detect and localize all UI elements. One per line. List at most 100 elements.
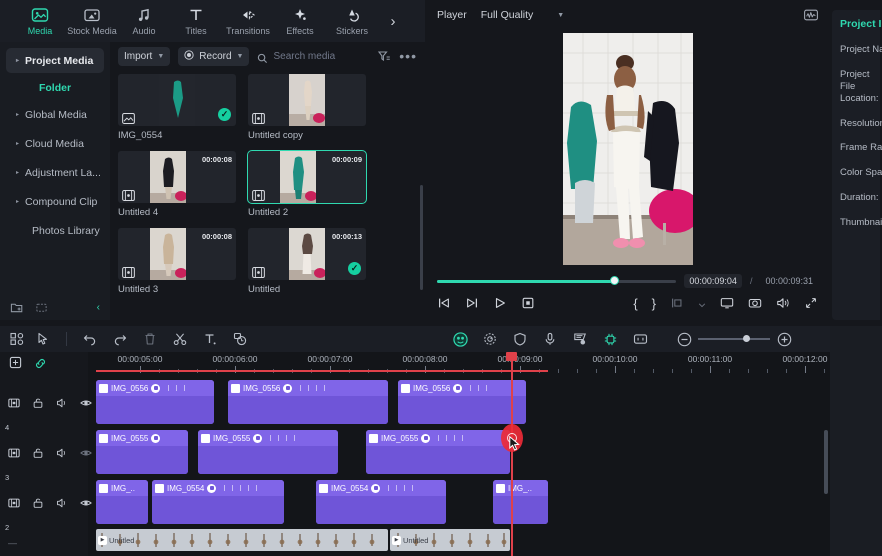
media-item[interactable]: 00:00:09 Untitled 2 — [247, 150, 367, 218]
player-seek-handle[interactable] — [610, 276, 620, 285]
nav-tab-titles[interactable]: Titles — [170, 0, 222, 42]
add-track-icon[interactable] — [9, 356, 22, 369]
chevron-down-icon[interactable] — [698, 296, 706, 310]
media-thumbnail-selected[interactable]: 00:00:09 — [247, 150, 367, 204]
nav-tab-transitions[interactable]: Transitions — [222, 0, 274, 42]
next-frame-icon[interactable] — [465, 296, 479, 310]
more-options-icon[interactable]: ••• — [399, 49, 417, 63]
timeline-clip[interactable]: IMG_0555 — [366, 430, 510, 474]
ai-chip-icon[interactable] — [603, 332, 617, 346]
nav-tab-effects[interactable]: Effects — [274, 0, 326, 42]
text-tool-icon[interactable] — [203, 332, 217, 346]
timeline-clip[interactable]: IMG_0554 — [152, 480, 284, 524]
subtitle-icon[interactable] — [573, 332, 587, 346]
sidebar-item-compound-clip[interactable]: ▸ Compound Clip — [6, 189, 104, 214]
quality-selector[interactable]: Full Quality ▼ — [481, 9, 564, 21]
nav-tab-stickers[interactable]: Stickers — [326, 0, 378, 42]
player-seek-bar[interactable] — [437, 276, 677, 285]
timeline-clip[interactable]: IMG_.. — [493, 480, 548, 524]
lock-icon[interactable] — [32, 446, 44, 458]
shield-mask-icon[interactable] — [513, 332, 527, 346]
timeline-clip[interactable]: IMG_0555 — [96, 430, 188, 474]
marker-icon[interactable] — [633, 332, 648, 346]
media-thumbnail[interactable]: ✓ — [118, 74, 236, 126]
search-input[interactable] — [273, 50, 370, 62]
audio-waveform-icon[interactable] — [804, 8, 818, 22]
crop-record-icon[interactable] — [233, 332, 247, 346]
timeline-clip[interactable]: IMG_0555 — [198, 430, 338, 474]
mute-icon[interactable] — [56, 496, 68, 508]
timeline-clip[interactable]: IMG_0556 — [228, 380, 388, 424]
color-wheel-icon[interactable] — [453, 332, 468, 347]
zoom-in-icon[interactable] — [777, 332, 792, 347]
lock-icon[interactable] — [32, 396, 44, 408]
search-media-box[interactable] — [257, 50, 370, 63]
media-thumbnail[interactable]: 00:00:08 — [118, 151, 236, 203]
filter-icon[interactable] — [377, 49, 391, 63]
sidebar-item-project-media[interactable]: ▸ Project Media — [6, 48, 104, 73]
undo-icon[interactable] — [83, 332, 97, 346]
media-thumbnail[interactable]: 00:00:13 ✓ — [248, 228, 366, 280]
media-thumbnail[interactable] — [248, 74, 366, 126]
play-icon[interactable] — [493, 296, 507, 310]
nav-tab-media[interactable]: Media — [14, 0, 66, 42]
speaker-icon[interactable] — [776, 296, 790, 310]
timeline-clip[interactable]: IMG_0556 — [96, 380, 214, 424]
nav-more-arrow[interactable]: › — [384, 13, 402, 30]
media-item[interactable]: 00:00:13 ✓ Untitled — [248, 228, 366, 295]
timeline-vertical-scrollbar[interactable] — [824, 430, 828, 494]
audio-clip[interactable]: ▶ Untitled — [390, 529, 510, 551]
zoom-slider-knob[interactable] — [742, 335, 750, 342]
sidebar-item-cloud-media[interactable]: ▸ Cloud Media — [6, 131, 104, 156]
media-scrollbar[interactable] — [420, 185, 423, 290]
expand-arrows-icon[interactable] — [804, 296, 818, 310]
prev-frame-icon[interactable] — [437, 296, 451, 310]
zoom-slider[interactable] — [698, 335, 770, 342]
link-icon[interactable] — [34, 357, 47, 370]
media-item[interactable]: 00:00:08 Untitled 4 — [118, 151, 236, 218]
mark-out-button[interactable]: } — [652, 296, 656, 311]
display-icon[interactable] — [720, 296, 734, 310]
mark-in-button[interactable]: { — [633, 296, 637, 311]
media-thumbnail[interactable]: 00:00:08 — [118, 228, 236, 280]
new-item-icon[interactable] — [35, 301, 48, 314]
playhead-handle[interactable] — [506, 352, 517, 361]
adjust-circle-icon[interactable] — [483, 332, 497, 346]
mute-icon[interactable] — [56, 446, 68, 458]
zoom-out-icon[interactable] — [677, 332, 692, 347]
track-video-icon[interactable]: 4 — [5, 396, 20, 432]
timeline-clip[interactable]: IMG_0556 — [398, 380, 526, 424]
sidebar-item-photos-library[interactable]: Photos Library — [6, 218, 104, 243]
import-button[interactable]: Import ▼ — [118, 46, 171, 66]
video-preview-frame[interactable] — [562, 33, 693, 265]
sidebar-collapse-button[interactable]: ‹ — [97, 302, 100, 313]
trash-icon[interactable] — [143, 332, 157, 346]
nav-tab-audio[interactable]: Audio — [118, 0, 170, 42]
timeline-clip[interactable]: IMG_0554 — [316, 480, 446, 524]
mute-icon[interactable] — [56, 396, 68, 408]
playhead[interactable] — [506, 352, 517, 556]
lock-icon[interactable] — [32, 496, 44, 508]
camera-icon[interactable] — [748, 296, 762, 310]
sidebar-item-adjustment-layer[interactable]: ▸ Adjustment La... — [6, 160, 104, 185]
timeline-ruler[interactable]: 00:00:05:00 00:00:06:00 00:00:07:00 00:0… — [88, 352, 830, 378]
sidebar-item-global-media[interactable]: ▸ Global Media — [6, 102, 104, 127]
nav-tab-stock-media[interactable]: Stock Media — [66, 0, 118, 42]
new-folder-icon[interactable] — [10, 301, 23, 314]
microphone-icon[interactable] — [543, 332, 557, 346]
scissors-icon[interactable] — [173, 332, 187, 346]
media-item[interactable]: 00:00:08 Untitled 3 — [118, 228, 236, 295]
track-video-icon[interactable]: 3 — [5, 446, 20, 482]
export-range-icon[interactable] — [670, 296, 684, 310]
track-video-icon[interactable]: 2 — [5, 496, 20, 532]
stop-icon[interactable] — [521, 296, 535, 310]
grid-icon[interactable] — [10, 332, 24, 346]
zoom-control — [677, 332, 792, 347]
media-item[interactable]: Untitled copy — [248, 74, 366, 141]
cursor-select-icon[interactable] — [36, 332, 50, 346]
media-item[interactable]: ✓ IMG_0554 — [118, 74, 236, 141]
redo-icon[interactable] — [113, 332, 127, 346]
timeline-clip[interactable]: IMG_.. — [96, 480, 148, 524]
record-button[interactable]: Record ▼ — [178, 46, 250, 66]
audio-clip[interactable]: ▶ Untitled — [96, 529, 388, 551]
